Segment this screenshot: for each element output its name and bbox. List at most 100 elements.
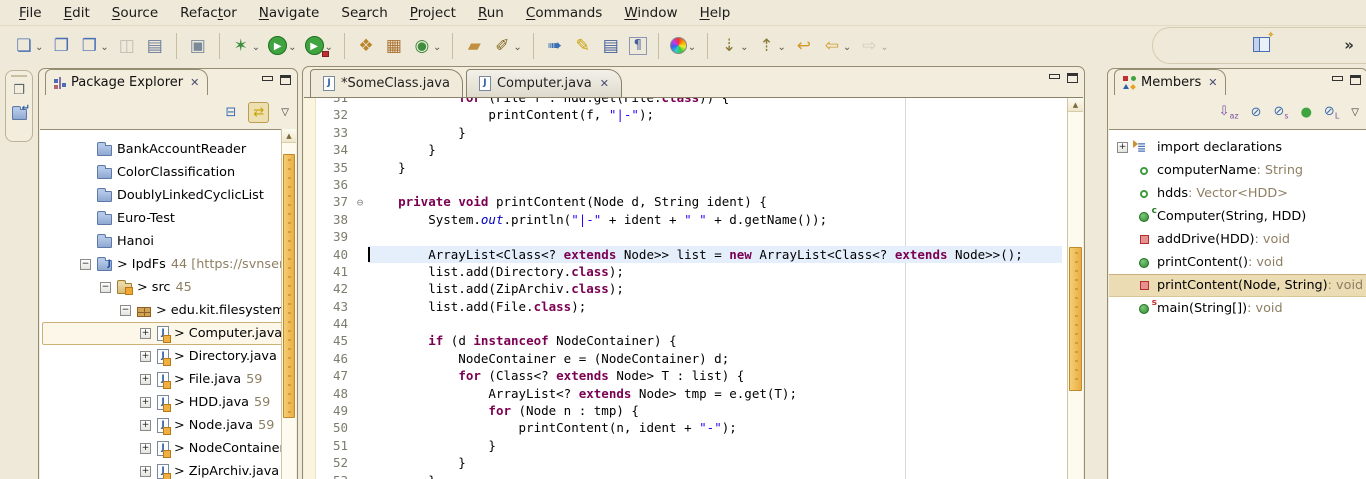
fast-view-drag-handle[interactable]: [11, 75, 27, 77]
scroll-up-icon[interactable]: ▲: [282, 129, 296, 143]
code-line-42[interactable]: list.add(ZipArchiv.class);: [368, 280, 1062, 297]
menu-file[interactable]: File: [8, 2, 53, 24]
show-javadoc-button[interactable]: ▤: [599, 32, 623, 60]
maximize-icon[interactable]: [1350, 75, 1361, 85]
new-view-button[interactable]: ❒⌄: [77, 32, 110, 60]
run-button[interactable]: ▶⌄: [266, 32, 298, 60]
view-menu-icon[interactable]: ▽: [1351, 107, 1359, 118]
dropdown-chevron-icon[interactable]: ⌄: [688, 42, 696, 53]
dropdown-chevron-icon[interactable]: ⌄: [288, 42, 296, 53]
tree-item-edu.kit.filesystem[interactable]: −> edu.kit.filesystem: [40, 299, 296, 322]
hide-static-members-button[interactable]: ⊘s: [1274, 104, 1289, 121]
new-editor-button[interactable]: ❐: [49, 32, 73, 60]
editor-tab-computer.java[interactable]: Computer.java✕: [466, 69, 622, 97]
tree-item-colorclassification[interactable]: ColorClassification: [40, 161, 296, 184]
hide-fields-button[interactable]: ⊘: [1251, 105, 1262, 120]
member-hdds[interactable]: hdds : Vector<HDD>: [1109, 182, 1366, 205]
tree-item-bankaccountreader[interactable]: BankAccountReader: [40, 138, 296, 161]
editor-code-area[interactable]: for (File f : hdd.get(File.class)) { pri…: [368, 98, 1062, 479]
close-icon[interactable]: ✕: [190, 76, 199, 89]
code-line-35[interactable]: }: [368, 159, 1062, 176]
menu-search[interactable]: Search: [330, 2, 398, 24]
member-computerstringhdd[interactable]: cComputer(String, HDD): [1109, 205, 1366, 228]
new-wizard-button[interactable]: ❏⌄: [12, 32, 45, 60]
menu-window[interactable]: Window: [613, 2, 688, 24]
expander-icon[interactable]: −: [120, 305, 131, 316]
maximize-icon[interactable]: [1067, 73, 1078, 83]
code-line-49[interactable]: for (Node n : tmp) {: [368, 402, 1062, 419]
scroll-up-icon[interactable]: ▲: [1068, 98, 1083, 112]
member-printcontent[interactable]: printContent() : void: [1109, 251, 1366, 274]
java-browsing-button[interactable]: ➠: [543, 32, 567, 60]
menu-run[interactable]: Run: [467, 2, 515, 24]
code-line-41[interactable]: list.add(Directory.class);: [368, 263, 1062, 280]
mark-occurrences-button[interactable]: ✎: [571, 32, 595, 60]
code-line-34[interactable]: }: [368, 141, 1062, 158]
code-line-32[interactable]: printContent(f, "|-");: [368, 106, 1062, 123]
code-line-40[interactable]: ArrayList<Class<? extends Node>> list = …: [368, 246, 1062, 263]
close-icon[interactable]: ✕: [1208, 76, 1217, 89]
line-number-ruler[interactable]: 3132333435363738394041424344454647484950…: [316, 97, 352, 479]
code-line-51[interactable]: }: [368, 437, 1062, 454]
dropdown-chevron-icon[interactable]: ⌄: [100, 42, 108, 53]
restore-view-icon[interactable]: ❐: [10, 83, 28, 101]
dropdown-chevron-icon[interactable]: ⌄: [778, 42, 786, 53]
dropdown-chevron-icon[interactable]: ⌄: [252, 42, 260, 53]
tree-item-ziparchiv.java[interactable]: +> ZipArchiv.java59: [40, 460, 296, 479]
code-line-50[interactable]: printContent(n, ident + "-");: [368, 419, 1062, 436]
dropdown-chevron-icon[interactable]: ⌄: [433, 42, 441, 53]
tree-item-computer.java[interactable]: +> Computer.java59: [40, 322, 296, 345]
code-line-53[interactable]: }: [368, 472, 1062, 479]
run-external-tools-button[interactable]: ▶⌄: [303, 32, 335, 60]
fast-view-folder-icon[interactable]: ↵: [10, 107, 28, 125]
collapse-all-button[interactable]: ⊟: [225, 105, 236, 120]
editor-scrollbar[interactable]: ▲: [1067, 98, 1083, 479]
tree-item-src[interactable]: −> src45: [40, 276, 296, 299]
tree-item-file.java[interactable]: +> File.java59: [40, 368, 296, 391]
open-resource-button[interactable]: ▣: [186, 32, 210, 60]
code-line-47[interactable]: for (Class<? extends Node> T : list) {: [368, 367, 1062, 384]
dropdown-chevron-icon[interactable]: ⌄: [35, 42, 43, 53]
minimize-icon[interactable]: [1332, 75, 1342, 84]
code-line-38[interactable]: System.out.println("|-" + ident + " " + …: [368, 211, 1062, 228]
code-line-52[interactable]: }: [368, 454, 1062, 471]
expander-icon[interactable]: +: [140, 351, 151, 362]
code-line-44[interactable]: [368, 315, 1062, 332]
link-with-editor-button[interactable]: ⇄: [248, 102, 269, 123]
code-line-37[interactable]: private void printContent(Node d, String…: [368, 193, 1062, 210]
code-line-43[interactable]: list.add(File.class);: [368, 298, 1062, 315]
tree-item-directory.java[interactable]: +> Directory.java59: [40, 345, 296, 368]
tree-item-eurotest[interactable]: Euro-Test: [40, 207, 296, 230]
editor-marker-bar[interactable]: [304, 98, 316, 479]
new-java-project-button[interactable]: ❖: [354, 32, 378, 60]
member-printcontentnodestring[interactable]: printContent(Node, String) : void: [1109, 274, 1366, 297]
open-type-button[interactable]: ▰: [462, 32, 486, 60]
menu-edit[interactable]: Edit: [53, 2, 101, 24]
tree-item-node.java[interactable]: +> Node.java59: [40, 414, 296, 437]
color-palette-button[interactable]: ⌄: [668, 32, 698, 60]
expander-icon[interactable]: +: [140, 420, 151, 431]
tree-item-nodecontainer.java[interactable]: +> NodeContainer.java: [40, 437, 296, 460]
scrollbar-thumb[interactable]: [283, 154, 295, 418]
expander-icon[interactable]: +: [140, 328, 151, 339]
sort-alphabetically-button[interactable]: ⇩az: [1219, 104, 1239, 121]
member-mainstring[interactable]: smain(String[]) : void: [1109, 297, 1366, 320]
new-java-class-button[interactable]: ◉⌄: [410, 32, 443, 60]
members-tab[interactable]: Members ✕: [1114, 69, 1226, 95]
minimize-icon[interactable]: [1049, 73, 1059, 82]
expander-icon[interactable]: +: [140, 443, 151, 454]
code-line-31[interactable]: for (File f : hdd.get(File.class)) {: [368, 98, 1062, 106]
print-button[interactable]: ▤: [143, 32, 167, 60]
expander-icon[interactable]: +: [140, 466, 151, 477]
hide-local-types-button[interactable]: ⊘L: [1324, 104, 1339, 121]
tree-item-ipdfs[interactable]: −> IpdFs44 [https://svnserver.i: [40, 253, 296, 276]
show-whitespace-button[interactable]: ¶: [627, 32, 649, 60]
back-button[interactable]: ⇦⌄: [820, 32, 853, 60]
expander-icon[interactable]: −: [80, 259, 91, 270]
code-line-33[interactable]: }: [368, 124, 1062, 141]
menu-commands[interactable]: Commands: [515, 2, 613, 24]
last-edit-location-button[interactable]: ↩: [792, 32, 816, 60]
expander-icon[interactable]: +: [140, 397, 151, 408]
view-menu-icon[interactable]: ▽: [281, 107, 289, 118]
scrollbar-thumb[interactable]: [1069, 247, 1082, 391]
